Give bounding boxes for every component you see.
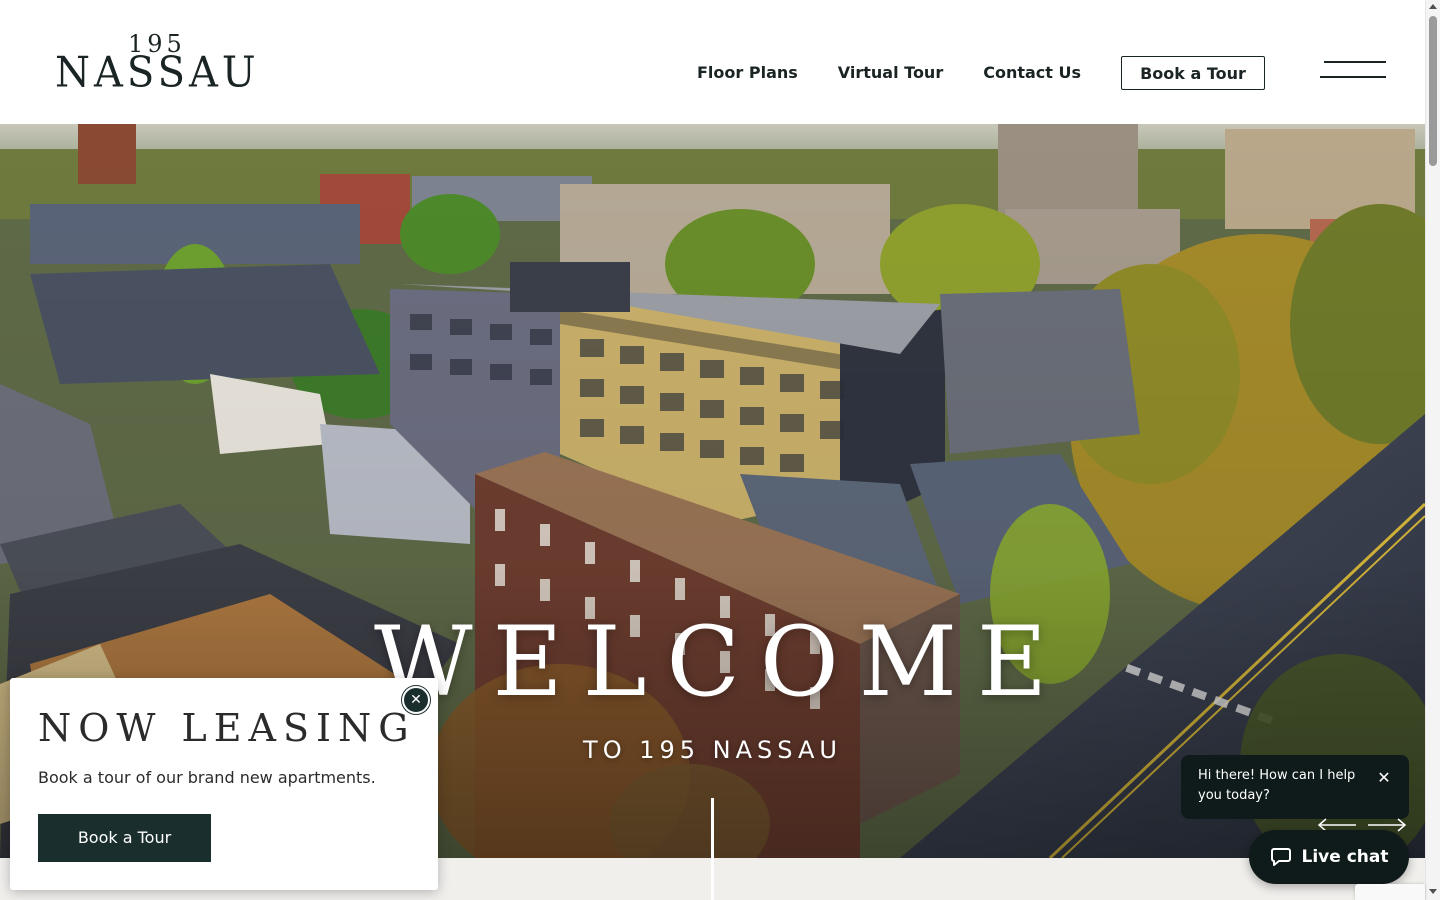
scroll-indicator-line — [711, 798, 714, 900]
popup-text: Book a tour of our brand new apartments. — [38, 768, 376, 787]
chat-greeting-bubble: Hi there! How can I help you today? ✕ — [1181, 755, 1409, 819]
nav-floor-plans[interactable]: Floor Plans — [697, 56, 798, 90]
nav-virtual-tour[interactable]: Virtual Tour — [838, 56, 943, 90]
scroll-down-arrow-icon[interactable] — [1429, 889, 1437, 894]
popup-title: NOW LEASING — [38, 706, 416, 750]
close-icon[interactable]: ✕ — [402, 686, 430, 714]
main-nav: Floor Plans Virtual Tour Contact Us Book… — [697, 56, 1266, 90]
recaptcha-badge — [1355, 884, 1425, 900]
live-chat-label: Live chat — [1301, 847, 1389, 867]
scrollbar-thumb[interactable] — [1429, 16, 1437, 166]
popup-book-tour-button[interactable]: Book a Tour — [38, 814, 211, 862]
hamburger-menu-icon[interactable] — [1320, 60, 1386, 80]
now-leasing-popup: NOW LEASING Book a tour of our brand new… — [10, 678, 438, 890]
site-logo[interactable]: 195 NASSAU — [55, 30, 256, 97]
chat-close-icon[interactable]: ✕ — [1375, 769, 1393, 787]
book-tour-button[interactable]: Book a Tour — [1121, 56, 1266, 90]
chat-greeting-text: Hi there! How can I help you today? — [1198, 768, 1356, 803]
chat-bubble-icon — [1270, 848, 1291, 866]
site-header: 195 NASSAU Floor Plans Virtual Tour Cont… — [0, 0, 1425, 124]
scroll-up-arrow-icon[interactable] — [1429, 4, 1437, 9]
page-scrollbar[interactable] — [1425, 0, 1440, 900]
logo-name: NASSAU — [55, 48, 260, 98]
nav-contact-us[interactable]: Contact Us — [983, 56, 1081, 90]
live-chat-button[interactable]: Live chat — [1249, 830, 1409, 884]
